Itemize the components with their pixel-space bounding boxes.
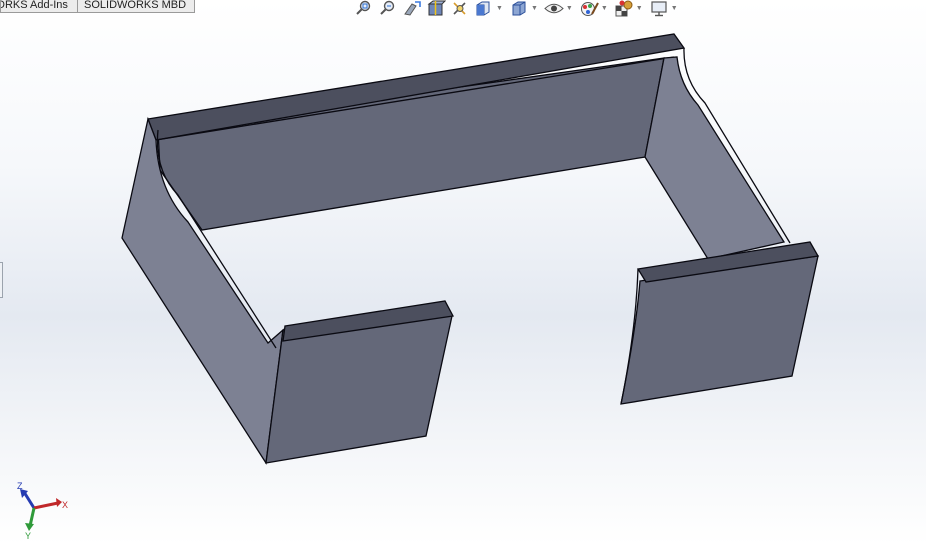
triad-y-axis [28,507,36,527]
back-wall [147,33,686,231]
sheet-metal-part-model[interactable] [0,0,926,545]
right-wall-inner-face [644,56,786,260]
triad-z-axis [22,491,36,509]
triad-x-axis [33,501,59,510]
triad-z-label: Z [17,481,23,491]
triad-x-label: X [62,500,68,510]
panel-collapse-handle[interactable] [0,262,3,298]
triad-y-label: Y [25,531,31,540]
triad-y-arrowhead [25,523,34,531]
right-front-flange [620,241,820,405]
reference-triad: Z X Y [17,481,68,540]
right-wall [644,47,791,260]
left-front-flange [265,300,455,464]
